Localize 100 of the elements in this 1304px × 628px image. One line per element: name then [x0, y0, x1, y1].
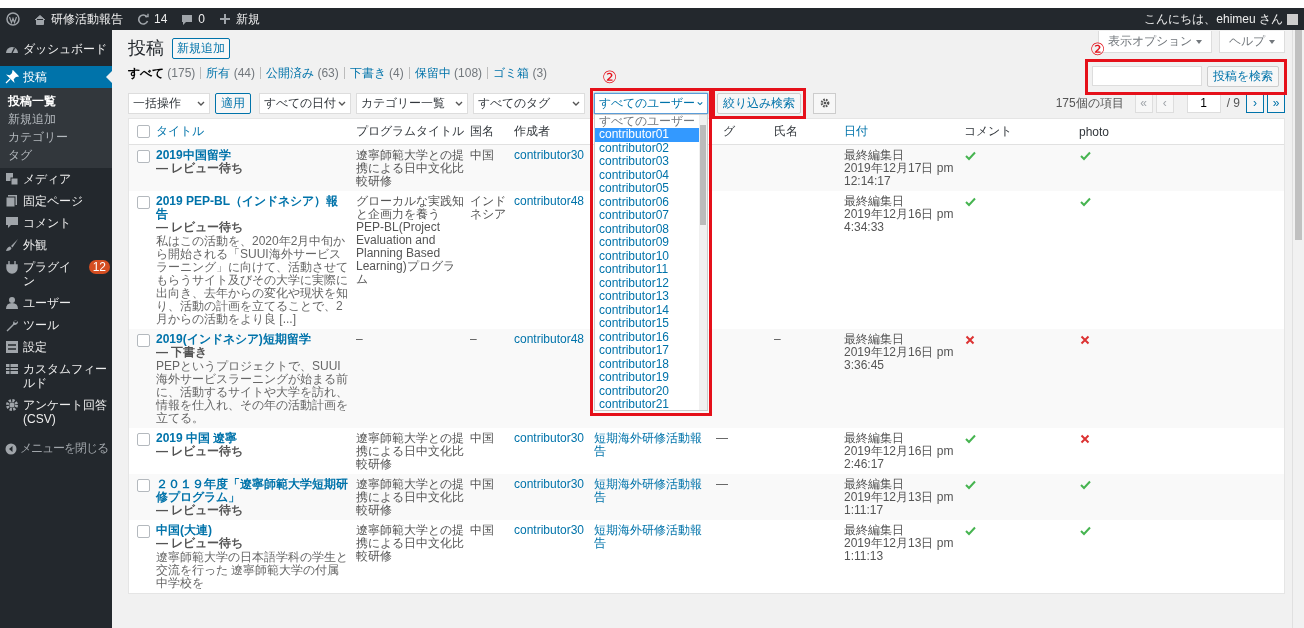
author-link[interactable]: contributor30	[514, 478, 588, 491]
dropdown-option[interactable]: contributor12	[595, 276, 699, 290]
submenu-item[interactable]: カテゴリー	[0, 128, 112, 146]
bulk-action-dropdown[interactable]: 一括操作	[128, 92, 210, 114]
category-link[interactable]: 短期海外研修活動報告	[594, 524, 710, 550]
scrollbar[interactable]	[699, 114, 707, 410]
category-link[interactable]: 短期海外研修活動報告	[594, 432, 710, 458]
menu-item[interactable]: カスタムフィールド	[0, 358, 112, 394]
dropdown-option[interactable]: contributor10	[595, 249, 699, 263]
checkbox[interactable]	[137, 433, 150, 446]
checkbox[interactable]	[137, 334, 150, 347]
author-link[interactable]: contributor48	[514, 195, 588, 208]
post-title-link[interactable]: 2019 PEP-BL（インドネシア）報告	[156, 195, 350, 221]
new-content-link[interactable]: 新規	[219, 10, 261, 28]
menu-item[interactable]: 固定ページ	[0, 190, 112, 212]
view-filter-link[interactable]: 所有 (44)	[200, 66, 261, 79]
checkbox[interactable]	[137, 196, 150, 209]
user-filter-dropdown[interactable]: すべてのユーザー	[594, 92, 708, 114]
author-link[interactable]: contributor30	[514, 524, 588, 537]
search-field[interactable]	[1092, 66, 1202, 86]
avatar-icon[interactable]	[1287, 13, 1298, 25]
dropdown-option[interactable]: contributor18	[595, 357, 699, 371]
dropdown-option[interactable]: contributor02	[595, 141, 699, 155]
dropdown-option[interactable]: contributor04	[595, 168, 699, 182]
menu-item[interactable]: ダッシュボード	[0, 38, 112, 60]
date-status-text: 最終編集日	[844, 478, 905, 491]
add-new-button[interactable]: 新規追加	[172, 37, 230, 59]
submenu-item[interactable]: 投稿一覧	[0, 92, 112, 110]
scrollbar-thumb[interactable]	[700, 124, 706, 225]
settings-button[interactable]	[813, 92, 836, 114]
submenu-item[interactable]: 新規追加	[0, 110, 112, 128]
menu-item[interactable]: プラグイン 12	[0, 256, 112, 292]
column-header: コメント	[963, 123, 1013, 140]
post-status-text: — レビュー待ち	[156, 221, 245, 234]
dropdown-option[interactable]: contributor11	[595, 263, 699, 277]
post-title-link[interactable]: 中国(大連)	[156, 524, 350, 537]
post-title-link[interactable]: ２０１９年度「遼寧師範大学短期研修プログラム」	[156, 478, 350, 504]
post-title-link[interactable]: 2019中国留学	[156, 149, 350, 162]
menu-item[interactable]: ユーザー	[0, 292, 112, 314]
dropdown-option[interactable]: contributor17	[595, 344, 699, 358]
updates-link[interactable]: 14	[137, 12, 168, 26]
checkbox[interactable]	[137, 125, 150, 138]
dropdown-option[interactable]: contributor08	[595, 222, 699, 236]
post-title-link[interactable]: 2019(インドネシア)短期留学	[156, 333, 350, 346]
apply-button[interactable]: 適用	[215, 92, 251, 114]
view-filter-link[interactable]: 保留中 (108)	[408, 66, 488, 79]
program-title-text: 遼寧師範大学との提携による日中文化比較研修	[356, 524, 464, 563]
search-button[interactable]: 投稿を検索	[1207, 66, 1279, 87]
column-header-link[interactable]: タイトル	[153, 123, 207, 140]
caret-icon	[338, 99, 346, 107]
view-filter-link[interactable]: ゴミ箱 (3)	[487, 66, 553, 79]
pagination-button[interactable]: ›	[1246, 93, 1264, 113]
dropdown-option[interactable]: contributor07	[595, 209, 699, 223]
author-link[interactable]: contributor30	[514, 432, 588, 445]
comments-link[interactable]: 0	[181, 12, 206, 26]
filter-dropdown[interactable]: すべての日付	[259, 92, 351, 114]
dropdown-option[interactable]: contributor03	[595, 155, 699, 169]
date-status-text: 最終編集日	[844, 333, 905, 346]
submenu-item[interactable]: タグ	[0, 146, 112, 164]
scrollbar[interactable]	[1292, 30, 1304, 628]
wordpress-logo-icon[interactable]	[6, 12, 20, 26]
scrollbar-thumb[interactable]	[1295, 30, 1302, 240]
checkbox[interactable]	[137, 525, 150, 538]
collapse-menu-link[interactable]: メニューを閉じる	[0, 430, 112, 467]
checkbox[interactable]	[137, 479, 150, 492]
menu-item[interactable]: ツール	[0, 314, 112, 336]
pagination-button[interactable]: »	[1267, 93, 1285, 113]
dropdown-option[interactable]: contributor13	[595, 290, 699, 304]
dropdown-option[interactable]: contributor19	[595, 371, 699, 385]
menu-item[interactable]: 外観	[0, 234, 112, 256]
view-filter-link[interactable]: 公開済み (63)	[260, 66, 344, 79]
dropdown-option[interactable]: contributor14	[595, 303, 699, 317]
dropdown-option[interactable]: contributor01	[595, 128, 699, 142]
menu-item[interactable]: メディア	[0, 168, 112, 190]
dropdown-option[interactable]: contributor09	[595, 236, 699, 250]
dropdown-option[interactable]: contributor21	[595, 398, 699, 412]
dropdown-option[interactable]: contributor06	[595, 195, 699, 209]
filter-button[interactable]: 絞り込み検索	[717, 92, 801, 114]
filter-dropdown[interactable]: カテゴリー一覧	[356, 92, 468, 114]
menu-item[interactable]: 設定	[0, 336, 112, 358]
menu-item[interactable]: 投稿	[0, 66, 112, 88]
column-header-link[interactable]: 日付	[841, 123, 871, 140]
checkbox[interactable]	[137, 150, 150, 163]
view-filter-link[interactable]: 下書き (4)	[343, 66, 409, 79]
menu-item[interactable]: アンケート回答(CSV)	[0, 394, 112, 430]
site-name-link[interactable]: 研修活動報告	[34, 10, 123, 28]
dropdown-option[interactable]: contributor20	[595, 384, 699, 398]
category-link[interactable]: 短期海外研修活動報告	[594, 478, 710, 504]
author-link[interactable]: contributor48	[514, 333, 588, 346]
dropdown-option[interactable]: すべてのユーザー	[595, 114, 699, 128]
dropdown-option[interactable]: contributor15	[595, 317, 699, 331]
author-link[interactable]: contributor30	[514, 149, 588, 162]
dropdown-option[interactable]: contributor16	[595, 330, 699, 344]
view-filter-link[interactable]: すべて (175)	[128, 66, 201, 79]
tab-button[interactable]: ヘルプ	[1219, 31, 1285, 53]
dropdown-option[interactable]: contributor05	[595, 182, 699, 196]
post-title-link[interactable]: 2019 中国 遼寧	[156, 432, 350, 445]
menu-item[interactable]: コメント	[0, 212, 112, 234]
filter-dropdown[interactable]: すべてのタグ	[473, 92, 585, 114]
page-number-field[interactable]: 1	[1186, 93, 1221, 113]
